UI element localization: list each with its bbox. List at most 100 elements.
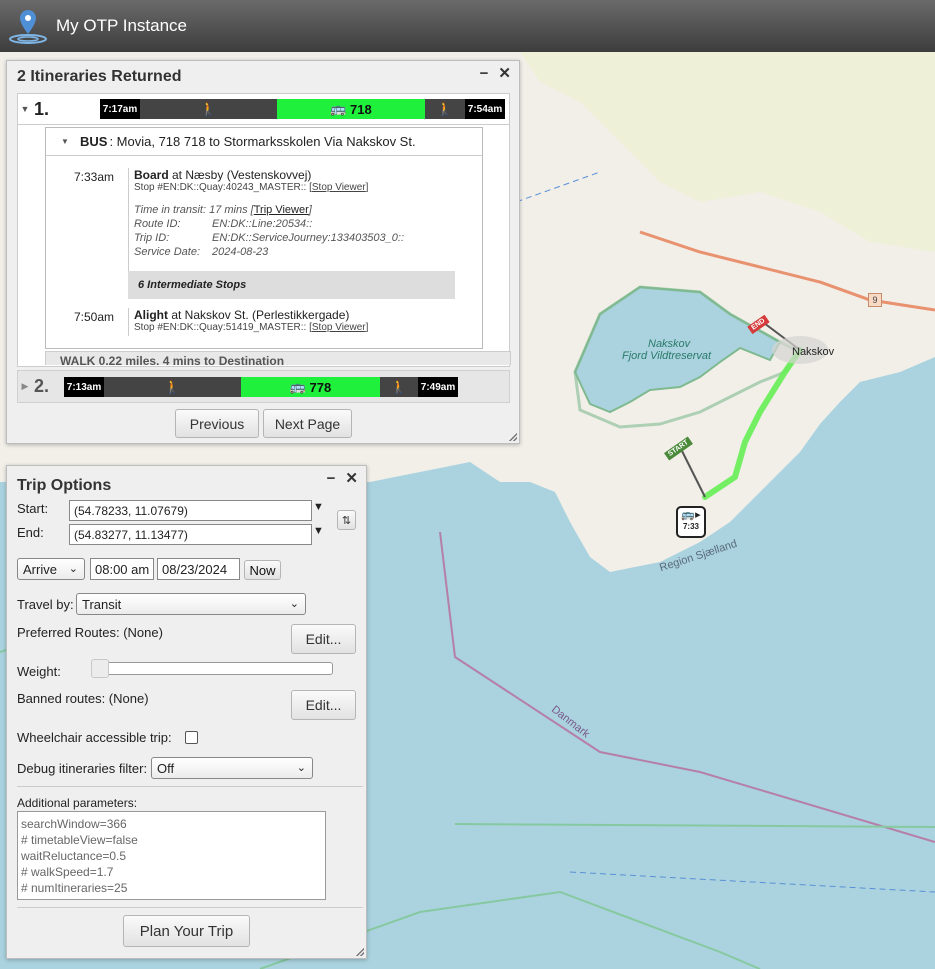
map-label-town: Nakskov (792, 346, 835, 358)
walk-icon: 🚶 (200, 101, 217, 116)
close-button[interactable]: ✕ (345, 471, 358, 486)
additional-parameters-label: Additional parameters: (17, 796, 138, 810)
leg-header[interactable]: ▼ BUS : Movia, 718 718 to Stormarksskole… (46, 128, 482, 156)
map-label-reserve: Fjord Vildtreservat (622, 350, 712, 362)
param-line: searchWindow=366 (21, 817, 127, 831)
route-number: 718 (350, 101, 372, 117)
otp-logo-icon (9, 10, 47, 44)
walk-leg-header[interactable]: WALK 0.22 miles, 4 mins to Destination (45, 351, 511, 365)
end-field[interactable]: (54.83277, 11.13477) (69, 524, 312, 545)
trip-id-key: Trip ID: (134, 232, 170, 244)
service-date-key: Service Date: (134, 246, 201, 258)
board-stop-name: at Næsby (Vestenskovvej) (168, 168, 312, 182)
banned-routes-edit-button[interactable]: Edit... (291, 690, 356, 720)
travel-by-select[interactable]: Transit ⌄ (76, 593, 306, 615)
arrive-value: Arrive (23, 561, 57, 577)
next-page-button[interactable]: Next Page (263, 409, 352, 438)
walk-icon: 🚶 (164, 379, 181, 394)
bus-segment: 🚌 778 (241, 377, 380, 397)
road-shield: 9 (868, 293, 882, 307)
collapse-triangle-icon[interactable]: ▼ (58, 137, 72, 146)
walk-segment: 🚶 (140, 99, 277, 119)
weight-label: Weight: (17, 664, 61, 679)
debug-filter-label: Debug itineraries filter: (17, 761, 148, 776)
map-label-fjord: Nakskov (648, 338, 691, 350)
walk-icon: 🚶 (436, 101, 454, 116)
expand-triangle-icon[interactable]: ▼ (18, 104, 32, 114)
preferred-routes-edit-button[interactable]: Edit... (291, 624, 356, 654)
trip-options-panel: Trip Options − ✕ Start: (54.78233, 11.07… (6, 465, 367, 959)
walk-leg-summary: WALK 0.22 miles, 4 mins to Destination (60, 354, 285, 365)
itinerary-2-header[interactable]: ▶ 2. 7:13am 🚶 🚌 778 🚶 7:49am (17, 370, 510, 403)
itineraries-title: 2 Itineraries Returned (17, 68, 182, 85)
start-field[interactable]: (54.78233, 11.07679) (69, 500, 312, 521)
marker-time: 7:33 (682, 522, 699, 531)
stop-viewer-link[interactable]: Stop Viewer (312, 322, 366, 333)
leg-mode: BUS (80, 134, 108, 149)
walk-segment: 🚶 (104, 377, 241, 397)
param-line: # numItineraries=25 (21, 881, 128, 895)
itinerary-number: 1. (34, 98, 50, 119)
start-dropdown-icon[interactable]: ▼ (313, 501, 324, 513)
weight-slider-handle[interactable] (91, 659, 109, 678)
alight-time: 7:50am (74, 310, 115, 324)
bus-stop-marker[interactable]: 🚌▸ 7:33 (676, 506, 706, 538)
stop-viewer-link[interactable]: Stop Viewer (312, 182, 366, 193)
trip-viewer-link[interactable]: Trip Viewer (254, 204, 309, 216)
plan-trip-button[interactable]: Plan Your Trip (123, 915, 250, 947)
bus-icon: 🚌 (289, 379, 310, 394)
date-field[interactable]: 08/23/2024 (157, 558, 240, 580)
walk-segment: 🚶 (425, 99, 465, 119)
reverse-button[interactable]: ⇅ (337, 510, 356, 530)
board-time: 7:33am (74, 170, 115, 184)
route-number: 778 (309, 379, 332, 395)
close-button[interactable]: ✕ (498, 66, 511, 81)
previous-button[interactable]: Previous (175, 409, 259, 438)
bus-icon: 🚌▸ (681, 509, 701, 521)
resize-handle-icon[interactable] (509, 433, 517, 441)
arrive-select[interactable]: Arrive ⌄ (17, 558, 85, 580)
bus-segment: 🚌 718 (277, 99, 425, 119)
expand-triangle-icon[interactable]: ▶ (18, 381, 32, 392)
walk-icon: 🚶 (390, 379, 408, 394)
now-button[interactable]: Now (244, 560, 281, 580)
divider (17, 907, 363, 908)
app-header: My OTP Instance (0, 0, 935, 52)
trip-id-value: EN:DK::ServiceJourney:133403503_0:: (212, 232, 405, 244)
leg-summary: : Movia, 718 718 to Stormarksskolen Via … (109, 134, 416, 149)
param-line: # timetableView=false (21, 833, 138, 847)
bus-icon: 🚌 (330, 101, 351, 116)
board-detail: Board at Næsby (Vestenskovvej) Stop #EN:… (128, 168, 404, 282)
travel-by-label: Travel by: (17, 597, 74, 612)
chevron-down-icon: ⌄ (289, 598, 299, 610)
board-stop-id: Stop #EN:DK::Quay:40243_MASTER:: (134, 182, 307, 193)
wheelchair-checkbox[interactable] (185, 731, 198, 744)
debug-filter-select[interactable]: Off ⌄ (151, 757, 313, 779)
end-dropdown-icon[interactable]: ▼ (313, 525, 324, 537)
param-line: # walkSpeed=1.7 (21, 865, 114, 879)
additional-parameters-textarea[interactable]: searchWindow=366 # timetableView=false w… (17, 811, 326, 900)
debug-filter-value: Off (157, 760, 175, 776)
itinerary-2-bar[interactable]: 7:13am 🚶 🚌 778 🚶 7:49am (64, 377, 458, 397)
leg-detail: ▼ BUS : Movia, 718 718 to Stormarksskole… (45, 127, 483, 349)
weight-slider[interactable] (91, 659, 333, 678)
minimize-button[interactable]: − (327, 471, 336, 486)
route-id-value: EN:DK::Line:20534:: (212, 218, 313, 230)
alight-stop-id: Stop #EN:DK::Quay:51419_MASTER:: (134, 322, 307, 333)
start-label: Start: (17, 501, 49, 516)
wheelchair-label: Wheelchair accessible trip: (17, 730, 172, 745)
resize-handle-icon[interactable] (356, 948, 364, 956)
minimize-button[interactable]: − (480, 66, 489, 81)
alight-label: Alight (134, 308, 168, 322)
chevron-down-icon: ⌄ (68, 563, 78, 575)
alight-stop-name: at Nakskov St. (Perlestikkergade) (168, 308, 350, 322)
time-field[interactable]: 08:00 am (90, 558, 154, 580)
end-time: 7:49am (418, 377, 458, 397)
intermediate-stops-toggle[interactable]: 6 Intermediate Stops (128, 271, 455, 299)
itineraries-panel: 2 Itineraries Returned − ✕ ▼ 1. 7:17am 🚶… (6, 60, 520, 444)
end-label: End: (17, 525, 44, 540)
banned-routes-label: Banned routes: (None) (17, 691, 149, 706)
walk-segment: 🚶 (380, 377, 418, 397)
service-date-value: 2024-08-23 (212, 246, 269, 258)
itinerary-1-bar[interactable]: 7:17am 🚶 🚌 718 🚶 7:54am (100, 99, 505, 119)
